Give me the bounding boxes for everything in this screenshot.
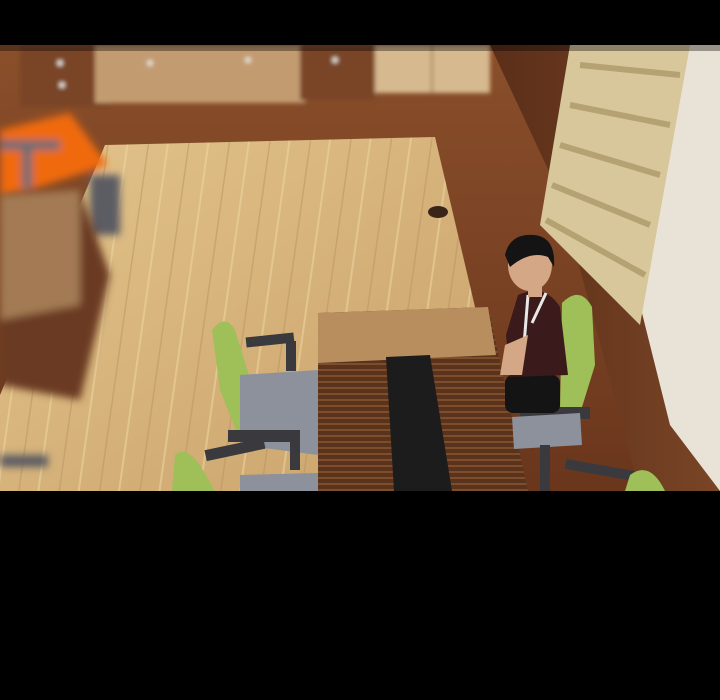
room-illustration — [0, 45, 720, 491]
comic-frame — [0, 0, 720, 700]
panel-gutter — [0, 491, 720, 700]
illustration-panel — [0, 45, 720, 491]
floor-stain — [428, 206, 448, 218]
